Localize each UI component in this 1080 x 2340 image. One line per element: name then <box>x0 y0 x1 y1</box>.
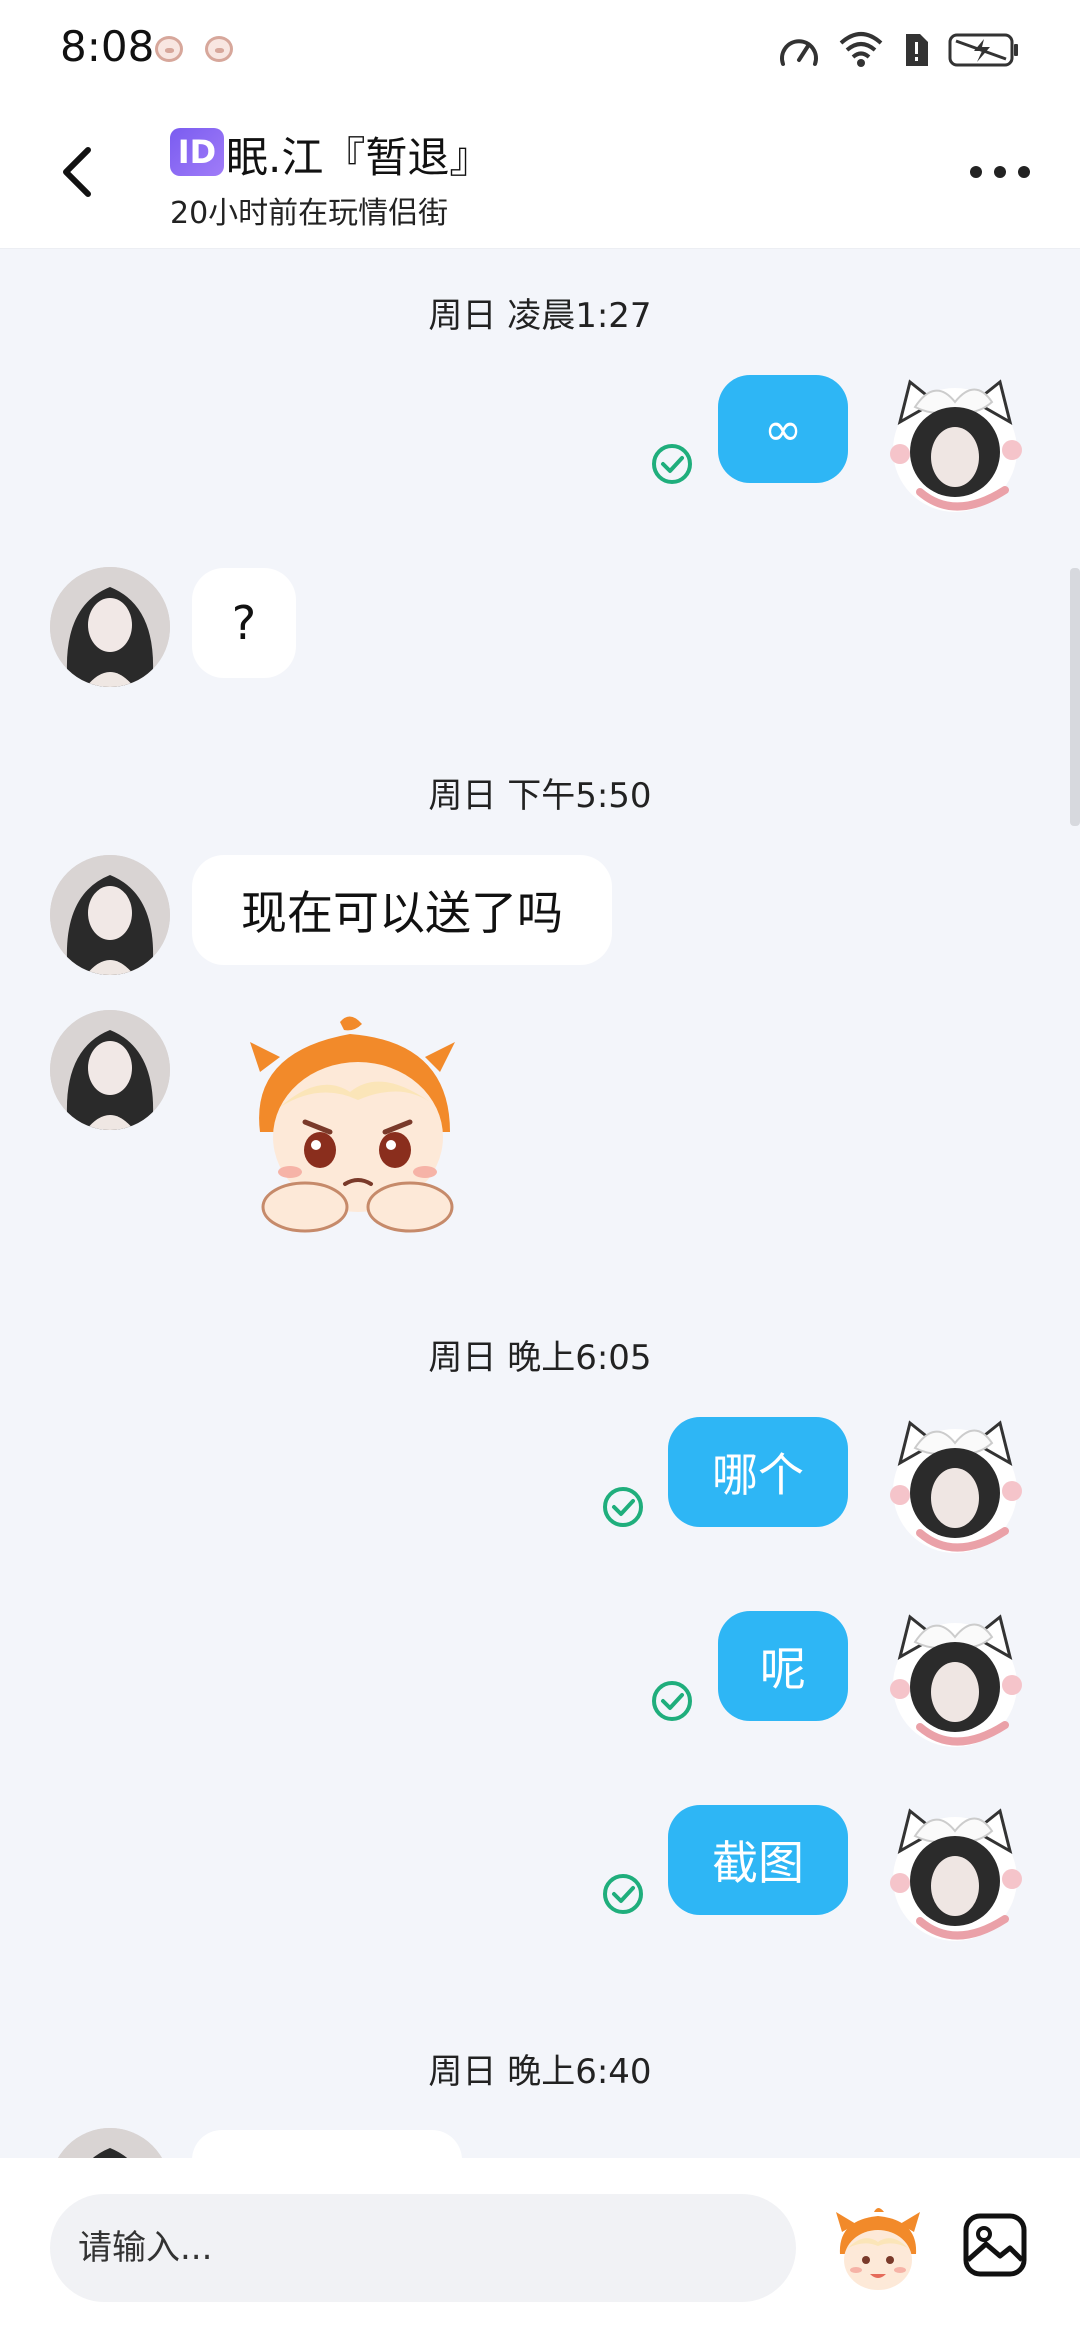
id-badge: ID <box>170 128 224 176</box>
contact-status: 20小时前在玩情侣街 <box>170 196 449 231</box>
notification-icon <box>205 36 233 62</box>
battery-icon <box>948 33 1018 67</box>
speed-icon <box>780 39 818 66</box>
notification-icon <box>155 36 183 62</box>
status-bar: 8:08 <box>0 0 1080 100</box>
contact-avatar[interactable] <box>50 855 170 975</box>
incoming-message-bubble[interactable]: 现在可以送了吗 <box>192 855 612 965</box>
input-bar <box>0 2158 1080 2340</box>
sticker-icon[interactable] <box>830 2202 926 2298</box>
read-check-icon <box>603 1874 643 1914</box>
contact-avatar[interactable] <box>50 1010 170 1130</box>
incoming-message-bubble[interactable]: ? <box>192 568 296 678</box>
status-time: 8:08 <box>60 22 155 71</box>
contact-name[interactable]: 眠.江『暂退』 <box>226 124 491 185</box>
timestamp: 周日 晚上6:40 <box>428 2052 652 2092</box>
timestamp: 周日 下午5:50 <box>428 776 652 816</box>
status-icons <box>778 30 1020 70</box>
timestamp: 周日 晚上6:05 <box>428 1338 652 1378</box>
my-avatar[interactable] <box>880 1607 1030 1757</box>
more-options-icon[interactable] <box>970 162 1030 182</box>
sim-icon <box>906 34 928 66</box>
my-avatar[interactable] <box>880 1801 1030 1951</box>
my-avatar[interactable] <box>880 372 1030 522</box>
image-icon[interactable] <box>962 2212 1028 2278</box>
contact-avatar[interactable] <box>50 567 170 687</box>
timestamp: 周日 凌晨1:27 <box>428 296 652 336</box>
wifi-icon <box>839 32 883 67</box>
outgoing-message-bubble[interactable]: 哪个 <box>668 1417 848 1527</box>
back-arrow-icon[interactable] <box>50 142 110 202</box>
chat-header: ID 眠.江『暂退』 20小时前在玩情侣街 <box>0 100 1080 249</box>
sticker-message[interactable] <box>230 1012 490 1252</box>
my-avatar[interactable] <box>880 1413 1030 1563</box>
outgoing-message-bubble[interactable]: ∞ <box>718 375 848 483</box>
message-input[interactable] <box>50 2194 796 2302</box>
read-check-icon <box>603 1487 643 1527</box>
read-check-icon <box>652 444 692 484</box>
outgoing-message-bubble[interactable]: 呢 <box>718 1611 848 1721</box>
read-check-icon <box>652 1681 692 1721</box>
outgoing-message-bubble[interactable]: 截图 <box>668 1805 848 1915</box>
